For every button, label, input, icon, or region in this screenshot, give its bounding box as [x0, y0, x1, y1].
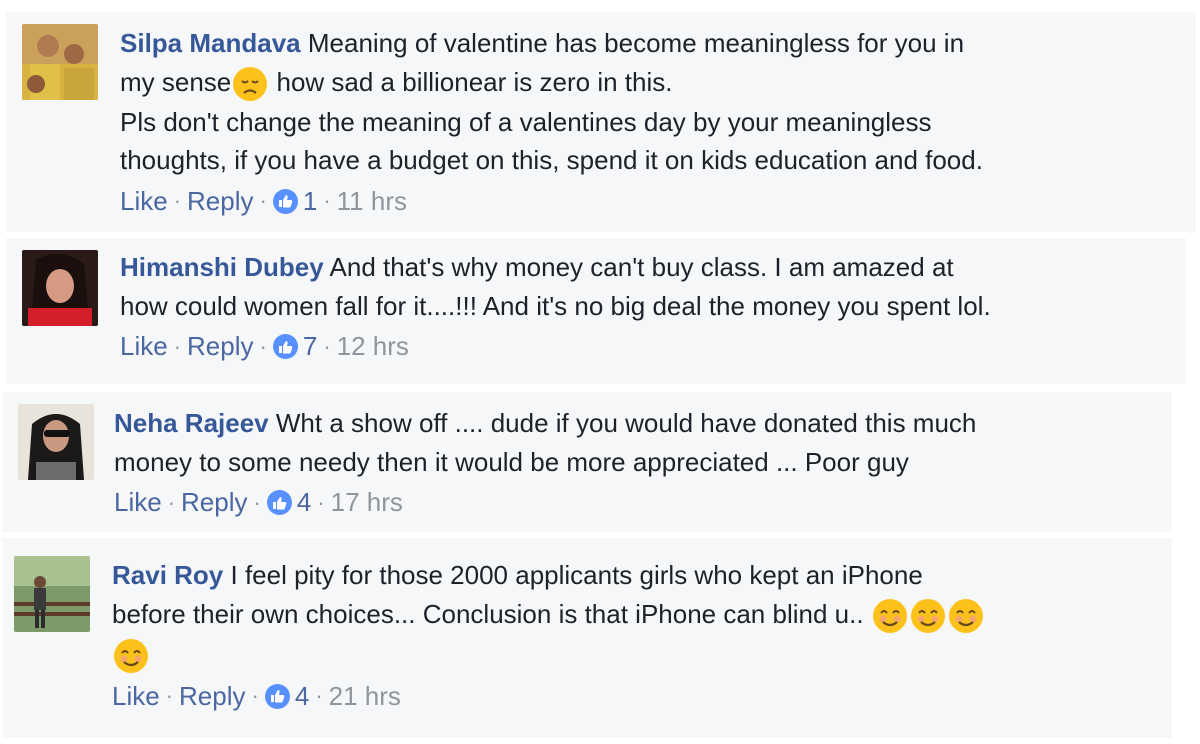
- avatar[interactable]: [18, 404, 94, 480]
- comment-body: Silpa Mandava Meaning of valentine has b…: [120, 24, 1180, 217]
- separator: ·: [259, 188, 267, 214]
- comment-actions: Like · Reply · 4 · 21 hrs: [112, 681, 1162, 712]
- comment-text-line: my sense: [120, 66, 232, 97]
- separator: ·: [315, 683, 323, 709]
- separator: ·: [259, 333, 267, 359]
- comment-text-line: Pls don't change the meaning of a valent…: [120, 106, 932, 137]
- comment-text-line: how could women fall for it....!!! And i…: [120, 290, 991, 321]
- comment-body: Neha Rajeev Wht a show off .... dude if …: [114, 404, 1164, 518]
- comment-text-line: And that's why money can't buy class. I …: [329, 252, 954, 282]
- comment-body: Himanshi Dubey And that's why money can'…: [120, 248, 1180, 362]
- smiling-face-icon: [909, 597, 947, 635]
- comment-text-line: thoughts, if you have a budget on this, …: [120, 145, 983, 176]
- like-link[interactable]: Like: [120, 186, 168, 217]
- avatar[interactable]: [14, 556, 90, 632]
- separator: ·: [253, 489, 261, 515]
- comment-text-line: I feel pity for those 2000 applicants gi…: [230, 560, 923, 590]
- smiling-face-icon: [947, 597, 985, 635]
- separator: ·: [173, 188, 182, 214]
- avatar-photo-icon: [18, 404, 94, 480]
- avatar[interactable]: [22, 250, 98, 326]
- comment-actions: Like · Reply · 4 · 17 hrs: [114, 487, 1164, 518]
- author-name[interactable]: Neha Rajeev: [114, 408, 269, 438]
- avatar-photo-icon: [22, 24, 98, 100]
- comment: Himanshi Dubey And that's why money can'…: [6, 238, 1186, 384]
- author-name[interactable]: Ravi Roy: [112, 560, 223, 590]
- comment-text-line: before their own choices... Conclusion i…: [112, 598, 864, 629]
- timestamp[interactable]: 21 hrs: [329, 681, 401, 712]
- smiling-face-icon: [871, 597, 909, 635]
- comment: Ravi Roy I feel pity for those 2000 appl…: [2, 538, 1172, 738]
- separator: ·: [323, 188, 331, 214]
- comment: Silpa Mandava Meaning of valentine has b…: [6, 12, 1196, 232]
- comment-text: Silpa Mandava Meaning of valentine has b…: [120, 24, 1180, 180]
- comment-actions: Like · Reply · 7 · 12 hrs: [120, 331, 1180, 362]
- comment-text-line: how sad a billionear is zero in this.: [269, 66, 673, 97]
- reply-link[interactable]: Reply: [181, 487, 247, 518]
- reaction-count[interactable]: 1: [303, 186, 317, 217]
- comment-text-line: Wht a show off .... dude if you would ha…: [275, 408, 977, 438]
- reaction-count[interactable]: 4: [297, 487, 311, 518]
- like-link[interactable]: Like: [114, 487, 162, 518]
- reaction-count[interactable]: 4: [295, 681, 309, 712]
- comment-actions: Like · Reply · 1 · 11 hrs: [120, 186, 1180, 217]
- separator: ·: [173, 333, 182, 359]
- comment-text-line: money to some needy then it would be mor…: [114, 446, 909, 477]
- author-name[interactable]: Himanshi Dubey: [120, 252, 324, 282]
- separator: ·: [251, 683, 259, 709]
- avatar-photo-icon: [22, 250, 98, 326]
- reply-link[interactable]: Reply: [187, 186, 253, 217]
- reaction-count[interactable]: 7: [303, 331, 317, 362]
- like-link[interactable]: Like: [112, 681, 160, 712]
- comment-text: Himanshi Dubey And that's why money can'…: [120, 248, 1180, 325]
- comment-text: Ravi Roy I feel pity for those 2000 appl…: [112, 556, 1162, 675]
- disappointed-face-icon: [231, 65, 269, 103]
- comment-body: Ravi Roy I feel pity for those 2000 appl…: [112, 556, 1162, 712]
- avatar[interactable]: [22, 24, 98, 100]
- timestamp[interactable]: 12 hrs: [337, 331, 409, 362]
- avatar-photo-icon: [14, 556, 90, 632]
- like-link[interactable]: Like: [120, 331, 168, 362]
- timestamp[interactable]: 11 hrs: [337, 186, 407, 217]
- reply-link[interactable]: Reply: [187, 331, 253, 362]
- comment-text-line: Meaning of valentine has become meaningl…: [307, 28, 965, 58]
- separator: ·: [165, 683, 174, 709]
- reply-link[interactable]: Reply: [179, 681, 245, 712]
- separator: ·: [323, 333, 331, 359]
- author-name[interactable]: Silpa Mandava: [120, 28, 301, 58]
- separator: ·: [317, 489, 325, 515]
- comment: Neha Rajeev Wht a show off .... dude if …: [2, 392, 1172, 532]
- thumbs-up-icon[interactable]: [272, 188, 298, 214]
- smiling-face-icon: [112, 637, 150, 675]
- thumbs-up-icon[interactable]: [264, 683, 290, 709]
- thumbs-up-icon[interactable]: [272, 334, 298, 359]
- separator: ·: [167, 489, 176, 515]
- timestamp[interactable]: 17 hrs: [331, 487, 403, 518]
- comment-text: Neha Rajeev Wht a show off .... dude if …: [114, 404, 1164, 481]
- thumbs-up-icon[interactable]: [266, 490, 292, 515]
